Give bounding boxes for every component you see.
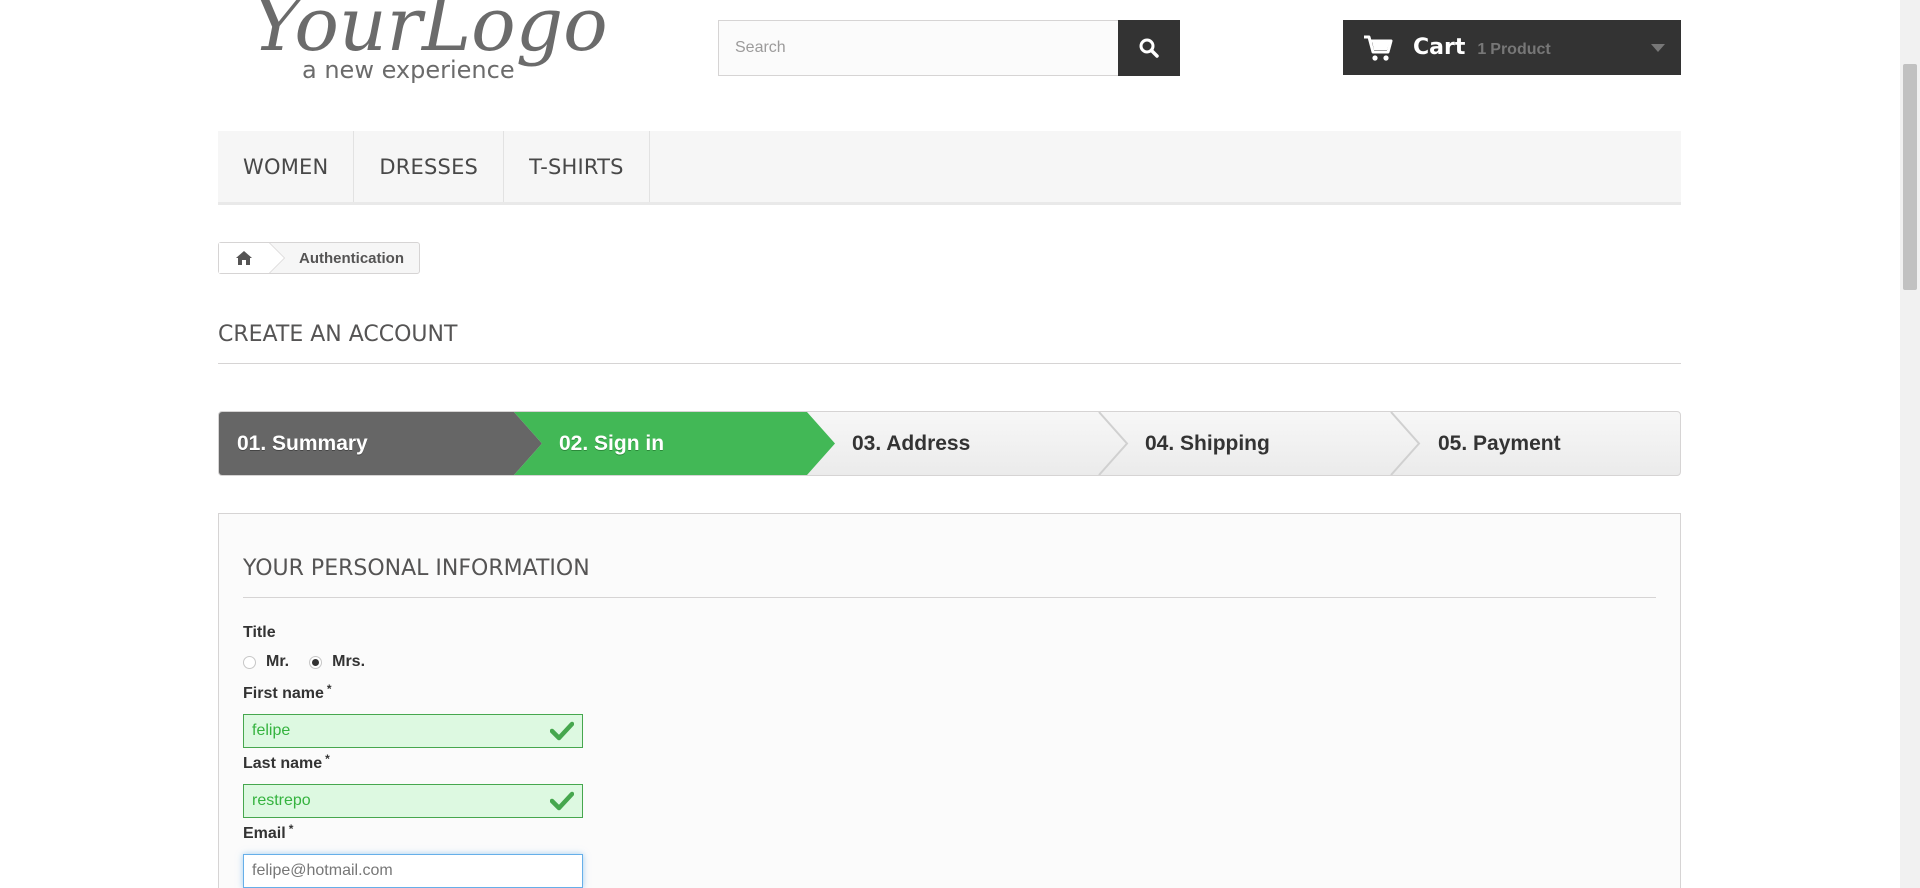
cart-quantity: 1 Product (1477, 41, 1550, 59)
first-name-label-text: First name (243, 685, 324, 702)
check-icon (550, 721, 574, 741)
menu-item-dresses[interactable]: DRESSES (354, 131, 505, 202)
title-mr-label[interactable]: Mr. (266, 653, 289, 671)
last-name-label: Last name * (243, 752, 330, 773)
search-button[interactable] (1118, 20, 1180, 76)
page-scrollbar[interactable] (1900, 0, 1920, 888)
step-address-label: 03. Address (852, 431, 971, 455)
required-mark: * (288, 822, 294, 836)
page-title: CREATE AN ACCOUNT (218, 322, 1681, 364)
breadcrumb-home-link[interactable] (219, 242, 285, 274)
cart-block[interactable]: Cart 1 Product (1343, 20, 1681, 75)
scrollbar-thumb[interactable] (1903, 64, 1917, 290)
title-mrs-label[interactable]: Mrs. (332, 653, 365, 671)
check-icon (550, 791, 574, 811)
last-name-field[interactable] (243, 784, 583, 818)
step-shipping-label: 04. Shipping (1145, 431, 1270, 455)
account-form: YOUR PERSONAL INFORMATION Title Mr. Mrs.… (218, 513, 1681, 888)
step-sign-in-label: 02. Sign in (559, 431, 665, 455)
title-mrs-radio[interactable] (309, 655, 323, 669)
search-form (718, 20, 1180, 76)
last-name-label-text: Last name (243, 755, 323, 772)
top-menu: WOMEN DRESSES T-SHIRTS (218, 131, 1681, 205)
order-steps: 01. Summary 02. Sign in 03. Address 04. … (218, 411, 1681, 476)
first-name-label: First name * (243, 682, 332, 703)
page: YourLogo a new experience Cart 1Product … (0, 0, 1920, 888)
cart-count-number: 1 (1477, 40, 1487, 58)
cart-icon (1364, 35, 1393, 61)
step-shipping: 04. Shipping (1145, 412, 1270, 475)
logo-tagline: a new experience (302, 56, 515, 84)
first-name-field[interactable] (243, 714, 583, 748)
chevron-down-icon[interactable] (1651, 44, 1665, 52)
search-input[interactable] (718, 20, 1118, 76)
step-summary[interactable]: 01. Summary (237, 412, 368, 475)
home-icon (236, 251, 252, 265)
menu-item-women[interactable]: WOMEN (218, 131, 355, 202)
email-label-text: Email (243, 825, 286, 842)
step-address: 03. Address (852, 412, 970, 475)
search-icon (1139, 38, 1159, 58)
menu-item-t-shirts[interactable]: T-SHIRTS (504, 131, 650, 202)
step-summary-label: 01. Summary (237, 431, 368, 455)
cart-label: Cart (1413, 35, 1466, 60)
required-mark: * (325, 752, 330, 766)
required-mark: * (326, 682, 332, 696)
step-payment-label: 05. Payment (1438, 431, 1561, 455)
step-payment: 05. Payment (1438, 412, 1561, 475)
section-heading: YOUR PERSONAL INFORMATION (243, 556, 1656, 598)
title-label: Title (243, 624, 276, 641)
step-sign-in: 02. Sign in (559, 412, 664, 475)
breadcrumb: Authentication (218, 242, 420, 274)
breadcrumb-current: Authentication (299, 249, 404, 267)
email-label: Email * (243, 822, 294, 843)
email-field[interactable] (243, 854, 583, 888)
title-radio-group: Mr. Mrs. (243, 653, 385, 671)
cart-count-word: Product (1490, 40, 1551, 58)
site-logo[interactable]: YourLogo a new experience (248, 0, 608, 90)
title-mr-radio[interactable] (243, 655, 256, 669)
